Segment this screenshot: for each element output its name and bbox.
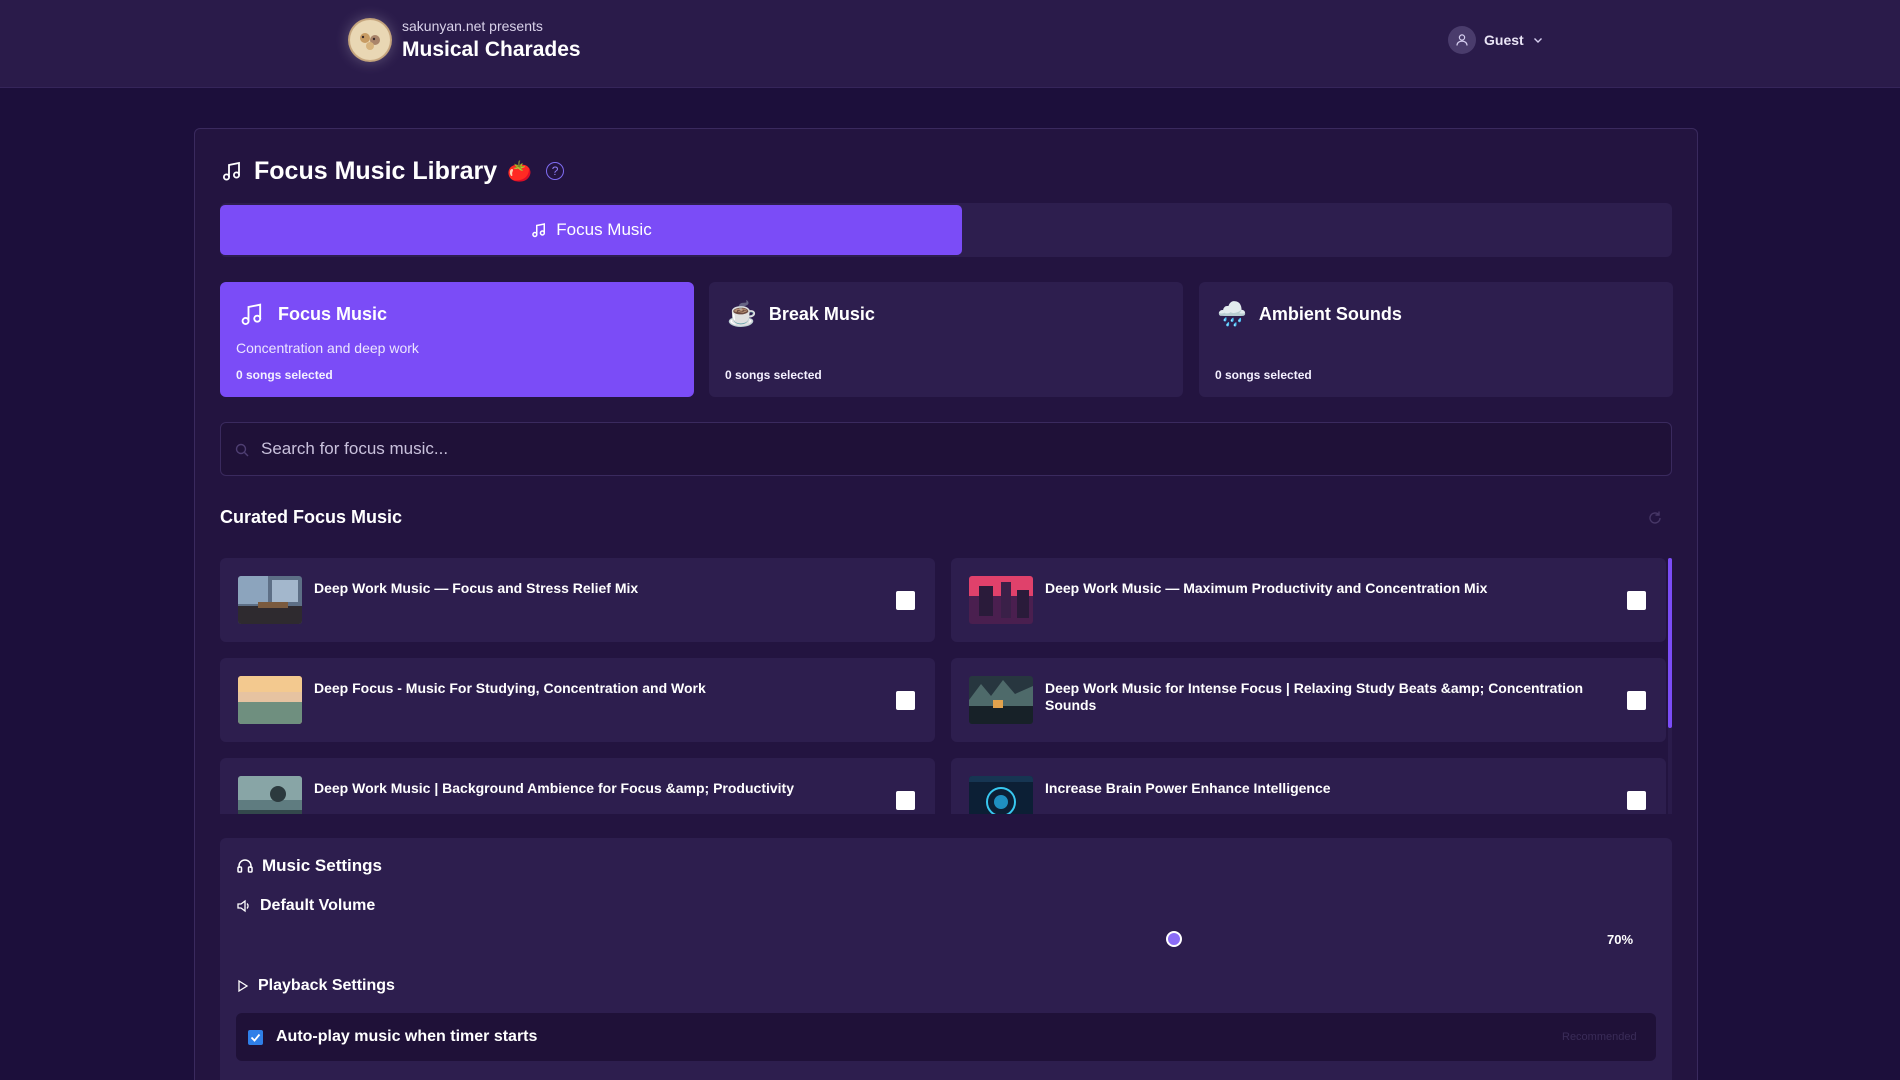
song-title: Deep Focus - Music For Studying, Concent… — [314, 680, 706, 696]
tomato-icon: 🍅 — [507, 160, 533, 183]
help-icon[interactable]: ? — [546, 162, 565, 180]
category-name: Focus Music — [278, 303, 388, 324]
category-name: Break Music — [768, 304, 875, 324]
search-box — [220, 422, 1672, 476]
song-checkbox[interactable] — [1627, 691, 1646, 710]
user-avatar — [1448, 26, 1476, 54]
music-note-icon — [223, 161, 240, 181]
category-card-focus-music[interactable]: Focus Music Concentration and deep work … — [220, 282, 694, 397]
library-title: Focus Music Library — [254, 156, 498, 185]
song-thumbnail — [969, 676, 1033, 724]
song-card[interactable]: Increase Brain Power Enhance Intelligenc… — [951, 758, 1666, 814]
song-card[interactable]: Deep Work Music — Maximum Productivity a… — [951, 558, 1666, 642]
top-bar — [0, 0, 1900, 88]
song-checkbox[interactable] — [896, 691, 915, 710]
song-thumbnail — [969, 576, 1033, 624]
volume-header: Default Volume — [236, 897, 375, 915]
brand-logo[interactable] — [348, 18, 392, 62]
category-card-break-music[interactable]: ☕ Break Music 0 songs selected — [709, 282, 1183, 397]
volume-label: Default Volume — [260, 897, 376, 914]
playback-settings-label: Playback Settings — [258, 977, 395, 994]
volume-icon — [237, 899, 249, 913]
song-title: Deep Work Music — Maximum Productivity a… — [1045, 580, 1488, 596]
song-thumbnail — [238, 676, 302, 724]
music-settings-header: Music Settings — [236, 856, 382, 876]
music-note-icon — [532, 223, 546, 238]
song-card[interactable]: Deep Focus - Music For Studying, Concent… — [220, 658, 935, 742]
recommended-badge: Recommended — [1562, 1031, 1637, 1043]
volume-slider-track[interactable] — [250, 937, 1580, 941]
song-card[interactable]: Deep Work Music for Intense Focus | Rela… — [951, 658, 1666, 742]
chevron-down-icon — [1533, 38, 1542, 43]
song-checkbox[interactable] — [896, 791, 915, 810]
category-count: 0 songs selected — [1215, 368, 1312, 382]
coffee-icon: ☕ — [727, 301, 757, 328]
cat-mascot-icon — [350, 20, 390, 60]
user-icon — [1456, 34, 1468, 46]
song-thumbnail — [969, 776, 1033, 814]
brand-subtitle: sakunyan.net presents — [402, 18, 543, 34]
autoplay-checkbox[interactable] — [248, 1030, 263, 1045]
check-icon — [250, 1033, 261, 1042]
song-thumbnail — [238, 576, 302, 624]
volume-slider-thumb[interactable] — [1166, 931, 1182, 947]
category-count: 0 songs selected — [725, 368, 822, 382]
song-title: Deep Work Music for Intense Focus | Rela… — [1045, 680, 1584, 713]
music-note-icon — [241, 303, 262, 325]
app-title: Musical Charades — [402, 38, 581, 61]
song-checkbox[interactable] — [1627, 791, 1646, 810]
song-title: Deep Work Music — Focus and Stress Relie… — [314, 580, 639, 596]
curated-section-title: Curated Focus Music — [220, 507, 403, 527]
song-card[interactable]: Deep Work Music — Focus and Stress Relie… — [220, 558, 935, 642]
song-checkbox[interactable] — [1627, 591, 1646, 610]
volume-value: 70% — [1607, 932, 1634, 947]
tab-focus-music[interactable]: Focus Music — [220, 205, 962, 255]
tab-label: Focus Music — [556, 220, 652, 239]
song-card[interactable]: Deep Work Music | Background Ambience fo… — [220, 758, 935, 814]
music-settings-title: Music Settings — [262, 856, 382, 875]
song-title: Deep Work Music | Background Ambience fo… — [314, 780, 794, 796]
rain-cloud-icon: 🌧️ — [1217, 301, 1247, 328]
autoplay-label: Auto-play music when timer starts — [276, 1028, 538, 1045]
library-title-row: Focus Music Library 🍅 ? — [220, 156, 565, 186]
user-name: Guest — [1484, 32, 1524, 48]
song-list-scrollbar-thumb[interactable] — [1668, 558, 1672, 728]
playback-settings-toggle[interactable]: Playback Settings — [236, 977, 395, 995]
song-checkbox[interactable] — [896, 591, 915, 610]
search-input[interactable] — [261, 423, 1661, 475]
refresh-icon[interactable] — [1647, 510, 1663, 526]
category-card-ambient-sounds[interactable]: 🌧️ Ambient Sounds 0 songs selected — [1199, 282, 1673, 397]
play-icon — [238, 979, 249, 993]
song-thumbnail — [238, 776, 302, 814]
category-description: Concentration and deep work — [236, 340, 419, 356]
category-name: Ambient Sounds — [1258, 304, 1402, 324]
search-icon — [235, 443, 249, 457]
user-menu[interactable]: Guest — [1448, 26, 1544, 54]
category-count: 0 songs selected — [236, 368, 333, 382]
headphones-icon — [237, 859, 253, 873]
song-title: Increase Brain Power Enhance Intelligenc… — [1045, 780, 1331, 796]
song-list: Deep Work Music — Focus and Stress Relie… — [220, 558, 1672, 814]
